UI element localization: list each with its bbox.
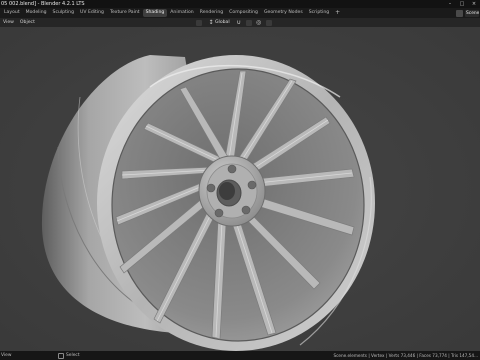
status-left: View	[0, 353, 11, 358]
tab-texture-paint[interactable]: Texture Paint	[107, 9, 143, 17]
tab-compositing[interactable]: Compositing	[226, 9, 261, 17]
center-bore-inner	[219, 182, 235, 200]
status-bar: View Select Scene.elements | Vertex | Ve…	[0, 351, 480, 360]
scene-icon[interactable]	[456, 9, 463, 17]
status-select-label: Select	[66, 353, 80, 358]
tab-sculpting[interactable]: Sculpting	[50, 9, 77, 17]
tab-layout[interactable]: Layout	[1, 9, 23, 17]
scene-selector: Scene	[456, 8, 480, 18]
pivot-icon[interactable]	[196, 19, 202, 26]
transform-orientation-label: Global	[215, 20, 230, 25]
window-title: 05 002.blend] - Blender 4.2.1 LTS	[1, 1, 85, 7]
tab-animation[interactable]: Animation	[167, 9, 196, 17]
maximize-button[interactable]: □	[456, 0, 468, 8]
tab-geometry-nodes[interactable]: Geometry Nodes	[261, 9, 306, 17]
3d-viewport[interactable]	[0, 27, 480, 351]
mouse-left-icon	[58, 352, 64, 359]
status-view-label: View	[1, 353, 12, 358]
workspace-tab-bar: Layout Modeling Sculpting UV Editing Tex…	[0, 8, 480, 18]
add-workspace-button[interactable]: +	[332, 9, 343, 17]
tab-rendering[interactable]: Rendering	[197, 9, 226, 17]
viewport-canvas	[0, 27, 480, 351]
status-hint: Select	[58, 352, 80, 359]
snap-options-icon[interactable]	[245, 19, 252, 26]
proportional-icon[interactable]: ◎	[256, 19, 262, 26]
transform-controls: ↕ Global ∪ ◎	[196, 19, 272, 26]
tab-scripting[interactable]: Scripting	[306, 9, 332, 17]
object-menu[interactable]: Object	[17, 19, 38, 26]
title-bar: 05 002.blend] - Blender 4.2.1 LTS – □ ×	[0, 0, 480, 8]
window-controls: – □ ×	[444, 0, 480, 8]
tab-uv-editing[interactable]: UV Editing	[77, 9, 107, 17]
close-button[interactable]: ×	[468, 0, 480, 8]
viewport-header: View Object ↕ Global ∪ ◎	[0, 18, 480, 27]
magnet-icon[interactable]: ∪	[236, 19, 242, 26]
tab-modeling[interactable]: Modeling	[23, 9, 50, 17]
scene-statistics: Scene.elements | Vertex | Verts 73,446 |…	[333, 353, 478, 358]
view-menu[interactable]: View	[0, 19, 17, 26]
proportional-falloff-icon[interactable]	[265, 19, 272, 26]
scene-field[interactable]: Scene	[465, 9, 479, 17]
transform-orientation-dropdown[interactable]: ↕ Global	[206, 19, 232, 26]
minimize-button[interactable]: –	[444, 0, 456, 8]
axes-icon: ↕	[208, 19, 214, 26]
tab-shading[interactable]: Shading	[142, 9, 168, 17]
